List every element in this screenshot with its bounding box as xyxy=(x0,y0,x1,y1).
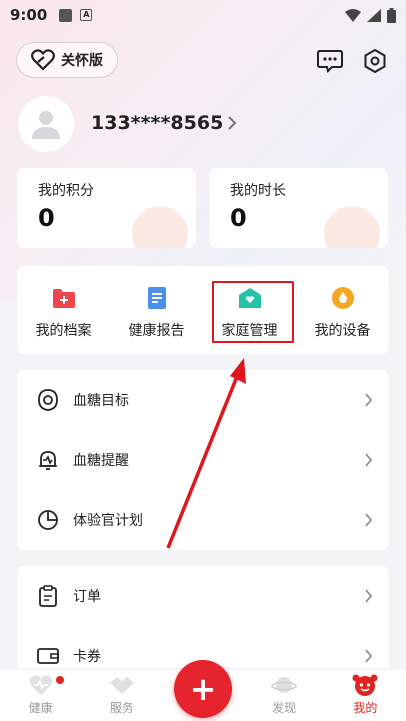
planet-icon xyxy=(271,673,297,697)
list-item-glucose-target[interactable]: 血糖目标 xyxy=(17,370,389,430)
heart-pulse-icon xyxy=(28,673,54,697)
duration-label: 我的时长 xyxy=(230,183,286,199)
message-icon xyxy=(317,50,343,73)
tab-discover[interactable]: 发现 xyxy=(244,673,325,721)
quick-item-device[interactable]: 我的设备 xyxy=(296,266,389,354)
orders-list-card: 订单 卡券 xyxy=(17,566,389,668)
status-time: 9:00 xyxy=(10,6,48,24)
quick-item-label: 健康报告 xyxy=(128,323,185,339)
chevron-right-icon xyxy=(365,453,373,467)
quick-item-label: 我的设备 xyxy=(314,323,371,339)
list-item-label: 体验官计划 xyxy=(73,513,143,529)
list-item-experience-plan[interactable]: 体验官计划 xyxy=(17,490,389,550)
care-mode-label: 关怀版 xyxy=(61,53,103,69)
signal-icon xyxy=(367,8,381,22)
tab-label: 发现 xyxy=(272,701,297,715)
pie-chart-icon xyxy=(37,509,59,531)
list-item-orders[interactable]: 订单 xyxy=(17,566,389,626)
tab-health[interactable]: 健康 xyxy=(0,673,81,721)
tab-label: 健康 xyxy=(28,701,53,715)
message-button[interactable] xyxy=(316,47,344,75)
settings-list-card: 血糖目标 血糖提醒 体验官计划 xyxy=(17,370,389,550)
list-item-label: 血糖目标 xyxy=(73,393,129,409)
chevron-right-icon xyxy=(365,513,373,527)
chevron-right-icon xyxy=(365,393,373,407)
points-label: 我的积分 xyxy=(38,183,94,199)
settings-button[interactable] xyxy=(361,47,389,75)
duration-card[interactable]: 我的时长 0 xyxy=(209,168,388,248)
status-bar: 9:00 A xyxy=(0,0,406,30)
wifi-icon xyxy=(345,8,361,22)
chevron-right-icon xyxy=(228,116,237,130)
points-card[interactable]: 我的积分 0 xyxy=(17,168,196,248)
report-icon xyxy=(145,286,169,310)
chevron-right-icon xyxy=(365,589,373,603)
care-mode-button[interactable]: 关怀版 xyxy=(16,42,118,78)
tab-service[interactable]: 服务 xyxy=(81,673,162,721)
notification-dot xyxy=(56,676,64,684)
chevron-right-icon xyxy=(365,649,373,663)
device-icon xyxy=(331,286,355,310)
wallet-icon xyxy=(37,645,59,667)
quick-item-report[interactable]: 健康报告 xyxy=(110,266,203,354)
quick-item-archive[interactable]: 我的档案 xyxy=(17,266,110,354)
tab-label: 服务 xyxy=(109,701,134,715)
avatar[interactable] xyxy=(18,96,74,152)
profile-phone-link[interactable]: 133****8565 xyxy=(91,112,237,134)
list-item-label: 订单 xyxy=(73,589,101,605)
list-item-glucose-reminder[interactable]: 血糖提醒 xyxy=(17,430,389,490)
alarm-bell-icon xyxy=(37,449,59,471)
handshake-icon xyxy=(109,673,135,697)
quick-item-label: 我的档案 xyxy=(35,323,92,339)
notification-square-icon xyxy=(59,8,73,22)
battery-icon xyxy=(387,7,396,23)
highlight-box xyxy=(212,281,294,343)
list-item-label: 卡券 xyxy=(73,649,101,665)
a-icon: A xyxy=(80,9,93,21)
quick-actions-card: 我的档案 健康报告 家庭管理 我的设备 xyxy=(17,266,389,354)
list-item-label: 血糖提醒 xyxy=(73,453,129,469)
clipboard-icon xyxy=(37,585,59,607)
mine-face-icon xyxy=(352,673,378,697)
phone-number: 133****8565 xyxy=(91,112,224,134)
gear-icon xyxy=(364,48,386,74)
tab-mine[interactable]: 我的 xyxy=(325,673,406,721)
target-icon xyxy=(37,389,59,411)
user-avatar-icon xyxy=(32,111,60,139)
add-record-button[interactable]: + xyxy=(174,660,232,718)
folder-plus-icon xyxy=(52,286,76,310)
tab-label: 我的 xyxy=(353,701,378,715)
heart-hand-icon xyxy=(31,49,55,71)
